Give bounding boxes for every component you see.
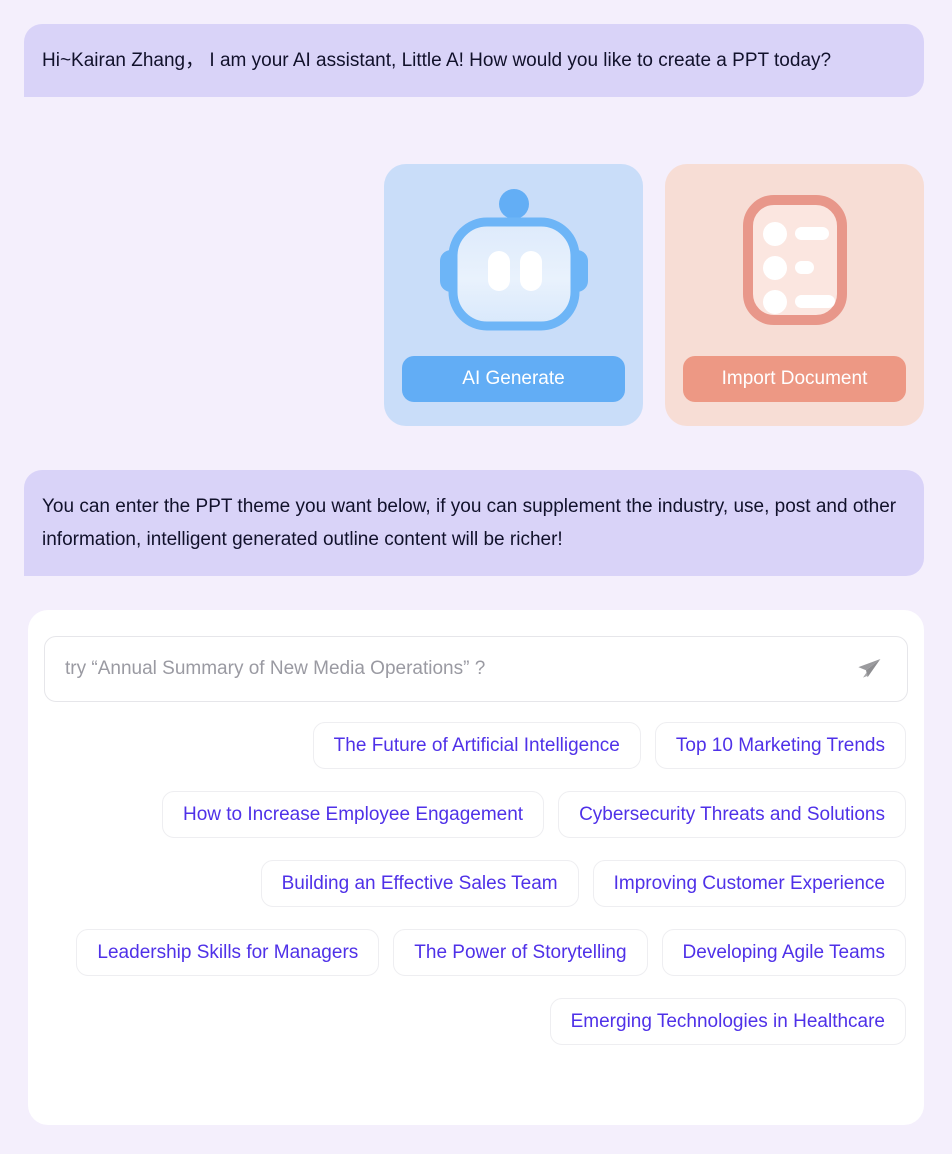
robot-icon xyxy=(426,182,602,342)
suggestion-chip[interactable]: Leadership Skills for Managers xyxy=(76,929,380,976)
theme-input-container[interactable] xyxy=(44,636,908,702)
suggestion-chip[interactable]: The Future of Artificial Intelligence xyxy=(312,722,641,769)
card-import-document[interactable]: Import Document xyxy=(665,164,924,426)
send-plane-icon[interactable] xyxy=(849,649,889,689)
assistant-message-greeting: Hi~Kairan Zhang， I am your AI assistant,… xyxy=(24,24,924,97)
card-ai-generate[interactable]: AI Generate xyxy=(384,164,643,426)
suggestion-chip[interactable]: Top 10 Marketing Trends xyxy=(654,722,906,769)
composer-panel: The Future of Artificial Intelligence To… xyxy=(28,610,924,1125)
suggestion-chip[interactable]: The Power of Storytelling xyxy=(393,929,648,976)
suggestion-chip[interactable]: Improving Customer Experience xyxy=(592,860,906,907)
assistant-message-prompt: You can enter the PPT theme you want bel… xyxy=(24,470,924,576)
ai-generate-button[interactable]: AI Generate xyxy=(402,356,625,402)
theme-input[interactable] xyxy=(65,658,849,680)
suggestion-chip[interactable]: Emerging Technologies in Healthcare xyxy=(549,998,906,1045)
assistant-message-prompt-text: You can enter the PPT theme you want bel… xyxy=(42,496,897,550)
suggestion-chip[interactable]: Cybersecurity Threats and Solutions xyxy=(558,791,906,838)
suggestion-chips: The Future of Artificial Intelligence To… xyxy=(44,722,908,1045)
assistant-message-greeting-text: Hi~Kairan Zhang， I am your AI assistant,… xyxy=(42,50,832,71)
suggestion-chip[interactable]: Building an Effective Sales Team xyxy=(260,860,579,907)
document-list-icon xyxy=(707,182,883,342)
import-document-button[interactable]: Import Document xyxy=(683,356,906,402)
suggestion-chip[interactable]: Developing Agile Teams xyxy=(661,929,906,976)
creation-options: AI Generate Import Document xyxy=(384,164,924,426)
suggestion-chip[interactable]: How to Increase Employee Engagement xyxy=(161,791,545,838)
